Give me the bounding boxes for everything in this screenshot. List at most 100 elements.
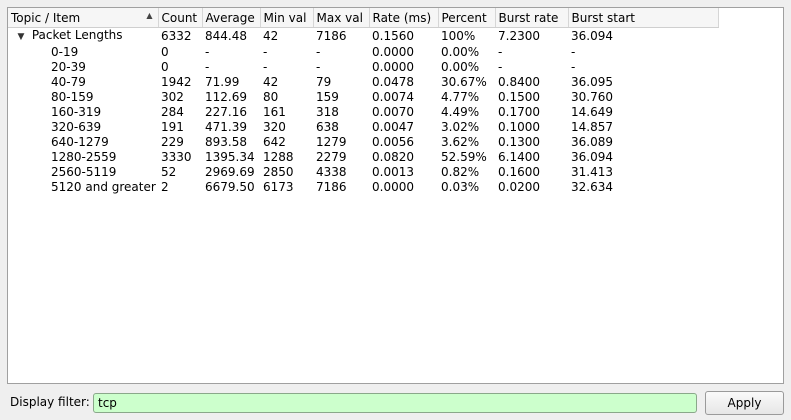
value-cell: 0.0000 bbox=[372, 60, 414, 74]
tree-row[interactable]: 40-79 1942 71.99 42 79 0.0478 30.67% 0.8400 36.0… bbox=[8, 75, 718, 90]
column-header-rate[interactable]: Rate (ms) bbox=[369, 8, 439, 28]
value-cell: 30.67% bbox=[441, 75, 487, 89]
value-cell: 227.16 bbox=[205, 105, 247, 119]
value-cell: 36.094 bbox=[571, 29, 613, 43]
tree-row-group[interactable]: ▼ Packet Lengths 6332 844.48 42 7186 0.1560 10… bbox=[8, 28, 718, 46]
value-cell: 0.0074 bbox=[372, 90, 414, 104]
value-cell: 0.0047 bbox=[372, 120, 414, 134]
value-cell: 71.99 bbox=[205, 75, 240, 89]
value-cell: 0.0000 bbox=[372, 45, 414, 59]
apply-button[interactable]: Apply bbox=[705, 391, 784, 415]
value-cell: - bbox=[571, 60, 576, 74]
header-row: Topic / Item ▲ Count Average Min val Max … bbox=[8, 8, 719, 28]
value-cell: 4338 bbox=[316, 165, 347, 179]
value-cell: - bbox=[498, 45, 503, 59]
value-cell: 1942 bbox=[161, 75, 192, 89]
value-cell: 0.0200 bbox=[498, 180, 540, 194]
value-cell: 6332 bbox=[161, 29, 192, 43]
column-header-percent[interactable]: Percent bbox=[438, 8, 496, 28]
column-header-topic[interactable]: Topic / Item ▲ bbox=[8, 8, 159, 28]
topic-label: 5120 and greater bbox=[51, 180, 156, 194]
tree-row[interactable]: 2560-5119 52 2969.69 2850 4338 0.0013 0.82% 0.1… bbox=[8, 165, 718, 180]
tree-row[interactable]: 1280-2559 3330 1395.34 1288 2279 0.0820 52.59%… bbox=[8, 150, 718, 165]
value-cell: 36.094 bbox=[571, 150, 613, 164]
tree-row[interactable]: 640-1279 229 893.58 642 1279 0.0056 3.62% 0.130… bbox=[8, 135, 718, 150]
value-cell: 642 bbox=[263, 135, 286, 149]
value-cell: 32.634 bbox=[571, 180, 613, 194]
value-cell: 0.0478 bbox=[372, 75, 414, 89]
value-cell: 3.02% bbox=[441, 120, 480, 134]
topic-label: 640-1279 bbox=[51, 135, 109, 149]
value-cell: 0.0056 bbox=[372, 135, 414, 149]
value-cell: - bbox=[263, 45, 268, 59]
value-cell: - bbox=[316, 45, 321, 59]
value-cell: 52.59% bbox=[441, 150, 487, 164]
value-cell: 0.00% bbox=[441, 45, 480, 59]
tree-row[interactable]: 20-39 0 - - - 0.0000 0.00% - - bbox=[8, 60, 718, 75]
value-cell: 638 bbox=[316, 120, 339, 134]
value-cell: 36.089 bbox=[571, 135, 613, 149]
tree-row[interactable]: 80-159 302 112.69 80 159 0.0074 4.77% 0.1500 30.… bbox=[8, 90, 718, 105]
topic-cell: 5120 and greater bbox=[8, 180, 158, 195]
value-cell: 0.82% bbox=[441, 165, 480, 179]
column-header-burst-rate[interactable]: Burst rate bbox=[495, 8, 569, 28]
value-cell: 6.1400 bbox=[498, 150, 540, 164]
topic-label: 320-639 bbox=[51, 120, 102, 134]
tree-row[interactable]: 320-639 191 471.39 320 638 0.0047 3.02% 0.1000 1… bbox=[8, 120, 718, 135]
value-cell: 4.49% bbox=[441, 105, 480, 119]
column-header-min-val[interactable]: Min val bbox=[260, 8, 314, 28]
tree-row[interactable]: 160-319 284 227.16 161 318 0.0070 4.49% 0.1700 1… bbox=[8, 105, 718, 120]
value-cell: 4.77% bbox=[441, 90, 480, 104]
topic-cell: 320-639 bbox=[8, 120, 158, 135]
value-cell: 229 bbox=[161, 135, 184, 149]
value-cell: 7186 bbox=[316, 180, 347, 194]
value-cell: 320 bbox=[263, 120, 286, 134]
column-header-average[interactable]: Average bbox=[202, 8, 261, 28]
topic-cell: 1280-2559 bbox=[8, 150, 158, 165]
value-cell: 0.03% bbox=[441, 180, 480, 194]
topic-label: 40-79 bbox=[51, 75, 86, 89]
value-cell: 0.1000 bbox=[498, 120, 540, 134]
topic-label: 20-39 bbox=[51, 60, 86, 74]
value-cell: 0.1560 bbox=[372, 29, 414, 43]
value-cell: 0.00% bbox=[441, 60, 480, 74]
topic-cell: ▼ Packet Lengths bbox=[8, 28, 158, 46]
value-cell: 6679.50 bbox=[205, 180, 255, 194]
value-cell: 844.48 bbox=[205, 29, 247, 43]
value-cell: 36.095 bbox=[571, 75, 613, 89]
topic-cell: 40-79 bbox=[8, 75, 158, 90]
topic-cell: 0-19 bbox=[8, 45, 158, 60]
value-cell: - bbox=[498, 60, 503, 74]
value-cell: - bbox=[316, 60, 321, 74]
value-cell: 284 bbox=[161, 105, 184, 119]
value-cell: 6173 bbox=[263, 180, 294, 194]
value-cell: 0.0000 bbox=[372, 180, 414, 194]
value-cell: 0.0013 bbox=[372, 165, 414, 179]
value-cell: 80 bbox=[263, 90, 279, 104]
statistics-tree[interactable]: Topic / Item ▲ Count Average Min val Max … bbox=[7, 7, 784, 384]
value-cell: 161 bbox=[263, 105, 286, 119]
value-cell: 0.1700 bbox=[498, 105, 540, 119]
topic-label: 2560-5119 bbox=[51, 165, 117, 179]
tree-row[interactable]: 5120 and greater 2 6679.50 6173 7186 0.0000 0.… bbox=[8, 180, 718, 195]
expand-arrow-down-icon[interactable]: ▼ bbox=[14, 30, 28, 45]
topic-cell: 20-39 bbox=[8, 60, 158, 75]
statistics-table: Topic / Item ▲ Count Average Min val Max … bbox=[8, 8, 719, 195]
value-cell: 1395.34 bbox=[205, 150, 255, 164]
column-header-max-val[interactable]: Max val bbox=[313, 8, 370, 28]
value-cell: 30.760 bbox=[571, 90, 613, 104]
column-header-burst-start[interactable]: Burst start bbox=[568, 8, 719, 28]
value-cell: 0 bbox=[161, 60, 169, 74]
value-cell: 3.62% bbox=[441, 135, 480, 149]
value-cell: - bbox=[571, 45, 576, 59]
display-filter-input[interactable] bbox=[93, 393, 697, 413]
tree-row[interactable]: 0-19 0 - - - 0.0000 0.00% - - bbox=[8, 45, 718, 60]
value-cell: 14.649 bbox=[571, 105, 613, 119]
topic-label: Packet Lengths bbox=[31, 28, 123, 42]
value-cell: 112.69 bbox=[205, 90, 247, 104]
value-cell: 302 bbox=[161, 90, 184, 104]
sort-ascending-icon: ▲ bbox=[146, 11, 153, 20]
value-cell: 1279 bbox=[316, 135, 347, 149]
column-header-count[interactable]: Count bbox=[158, 8, 203, 28]
value-cell: 0.1300 bbox=[498, 135, 540, 149]
